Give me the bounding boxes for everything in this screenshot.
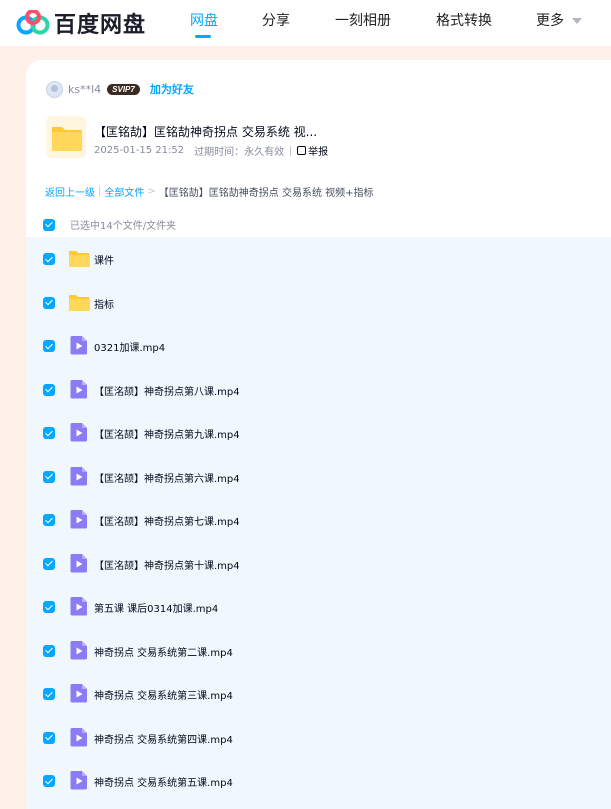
breadcrumb-back-link[interactable]: 返回上一级 xyxy=(45,184,95,199)
item-checkbox[interactable] xyxy=(43,514,55,526)
folder-icon xyxy=(68,291,90,313)
file-name[interactable]: 【匡洺颉】神奇拐点第八课.mp4 xyxy=(94,383,240,398)
list-item[interactable]: 指标 xyxy=(26,281,611,324)
item-checkbox[interactable] xyxy=(43,557,55,570)
list-item[interactable]: 神奇拐点 交易系统第五课.mp4 xyxy=(26,759,611,802)
top-navigation-bar: 百度网盘 网盘 分享 一刻相册 格式转换 更多 xyxy=(0,0,611,46)
video-icon xyxy=(68,334,90,356)
item-checkbox[interactable] xyxy=(43,775,55,787)
nav-item-netdisk[interactable]: 网盘 xyxy=(190,10,218,30)
item-checkbox[interactable] xyxy=(43,340,55,352)
chevron-down-icon[interactable] xyxy=(572,18,582,24)
add-friend-link[interactable]: 加为好友 xyxy=(150,81,194,97)
brand-name: 百度网盘 xyxy=(54,13,147,38)
video-icon xyxy=(68,421,90,443)
svip-badge: SVIP7 xyxy=(107,83,140,95)
share-meta: 2025-01-15 21:52 过期时间：永久有效 举报 xyxy=(94,143,328,158)
folder-icon xyxy=(68,247,90,269)
nav-item-moments-album[interactable]: 一刻相册 xyxy=(335,10,391,30)
file-name[interactable]: 【匡洺颉】神奇拐点第十课.mp4 xyxy=(94,557,240,572)
item-checkbox[interactable] xyxy=(43,383,55,396)
selection-bar: 已选中14个文件/文件夹 xyxy=(43,217,176,232)
video-icon xyxy=(68,639,90,661)
video-icon xyxy=(68,726,90,748)
item-checkbox[interactable] xyxy=(43,470,55,483)
file-name[interactable]: 神奇拐点 交易系统第四课.mp4 xyxy=(94,731,233,746)
share-card: ks**l4 SVIP7 加为好友 【匡铭劼】匡铭劼神奇拐点 交易系统 视...… xyxy=(26,60,611,809)
file-name[interactable]: 【匡洺颉】神奇拐点第九课.mp4 xyxy=(94,426,240,441)
list-item[interactable]: 0321加课.mp4 xyxy=(26,324,611,367)
file-name[interactable]: 课件 xyxy=(94,252,114,267)
share-folder-icon xyxy=(46,116,86,158)
file-name[interactable]: 神奇拐点 交易系统第三课.mp4 xyxy=(94,687,233,702)
share-date: 2025-01-15 21:52 xyxy=(94,145,185,156)
breadcrumb-arrow-icon: > xyxy=(147,186,156,197)
file-name[interactable]: 神奇拐点 交易系统第五课.mp4 xyxy=(94,774,233,789)
list-item[interactable]: 【匡洺颉】神奇拐点第九课.mp4 xyxy=(26,411,611,454)
file-name[interactable]: 【匡洺颉】神奇拐点第七课.mp4 xyxy=(94,513,240,528)
video-icon xyxy=(68,552,90,574)
logo[interactable]: 百度网盘 xyxy=(16,7,146,39)
video-icon xyxy=(68,595,90,617)
list-item[interactable]: 课件 xyxy=(26,237,611,280)
list-item[interactable]: 【匡洺颉】神奇拐点第八课.mp4 xyxy=(26,368,611,411)
report-label: 举报 xyxy=(308,147,329,158)
item-checkbox[interactable] xyxy=(43,253,55,265)
item-checkbox[interactable] xyxy=(43,601,55,613)
nav-item-more[interactable]: 更多 xyxy=(536,10,564,30)
nav-item-format-convert[interactable]: 格式转换 xyxy=(436,10,492,30)
list-item[interactable]: 第五课 课后0314加课.mp4 xyxy=(26,585,611,628)
item-checkbox[interactable] xyxy=(43,644,55,657)
sharer-username: ks**l4 xyxy=(68,82,102,96)
sharer-info: ks**l4 SVIP7 加为好友 xyxy=(46,80,194,98)
video-icon xyxy=(68,465,90,487)
file-name[interactable]: 指标 xyxy=(94,296,114,311)
share-title: 【匡铭劼】匡铭劼神奇拐点 交易系统 视... xyxy=(94,125,318,139)
file-name[interactable]: 【匡洺颉】神奇拐点第六课.mp4 xyxy=(94,470,240,485)
avatar[interactable] xyxy=(46,80,63,98)
video-icon xyxy=(68,769,90,791)
item-checkbox[interactable] xyxy=(43,296,55,309)
list-item[interactable]: 【匡洺颉】神奇拐点第七课.mp4 xyxy=(26,498,611,541)
active-tab-indicator xyxy=(195,35,211,38)
breadcrumb: 返回上一级 | 全部文件 > 【匡铭劼】匡铭劼神奇拐点 交易系统 视频+指标 xyxy=(45,184,374,199)
list-item[interactable]: 神奇拐点 交易系统第二课.mp4 xyxy=(26,629,611,672)
select-all-checkbox[interactable] xyxy=(43,218,55,231)
list-item[interactable]: 【匡洺颉】神奇拐点第十课.mp4 xyxy=(26,542,611,585)
expire-time: 过期时间：永久有效 xyxy=(194,147,285,158)
video-icon xyxy=(68,508,90,530)
item-checkbox[interactable] xyxy=(43,427,55,439)
video-icon xyxy=(68,378,90,400)
selection-count: 已选中14个文件/文件夹 xyxy=(70,221,177,232)
item-checkbox[interactable] xyxy=(43,731,55,744)
item-checkbox[interactable] xyxy=(43,688,55,700)
file-name[interactable]: 神奇拐点 交易系统第二课.mp4 xyxy=(94,644,233,659)
nav-item-share[interactable]: 分享 xyxy=(262,10,290,30)
file-name[interactable]: 0321加课.mp4 xyxy=(94,339,165,354)
report-icon xyxy=(297,146,307,155)
breadcrumb-current: 【匡铭劼】匡铭劼神奇拐点 交易系统 视频+指标 xyxy=(158,188,374,199)
breadcrumb-all-files-link[interactable]: 全部文件 xyxy=(104,184,144,199)
list-item[interactable]: 神奇拐点 交易系统第三课.mp4 xyxy=(26,672,611,715)
list-item[interactable]: 【匡洺颉】神奇拐点第六课.mp4 xyxy=(26,455,611,498)
divider xyxy=(290,145,292,156)
breadcrumb-separator: | xyxy=(98,186,102,197)
file-name[interactable]: 第五课 课后0314加课.mp4 xyxy=(94,600,218,615)
list-item[interactable]: 神奇拐点 交易系统第四课.mp4 xyxy=(26,716,611,759)
report-button[interactable]: 举报 xyxy=(297,143,328,158)
baidu-netdisk-logo-icon xyxy=(16,10,50,35)
file-list: 课件指标 0321加课.mp4 【匡洺颉】神奇拐点第八课.mp4 【匡洺颉】神奇拐点第… xyxy=(26,237,611,809)
video-icon xyxy=(68,682,90,704)
